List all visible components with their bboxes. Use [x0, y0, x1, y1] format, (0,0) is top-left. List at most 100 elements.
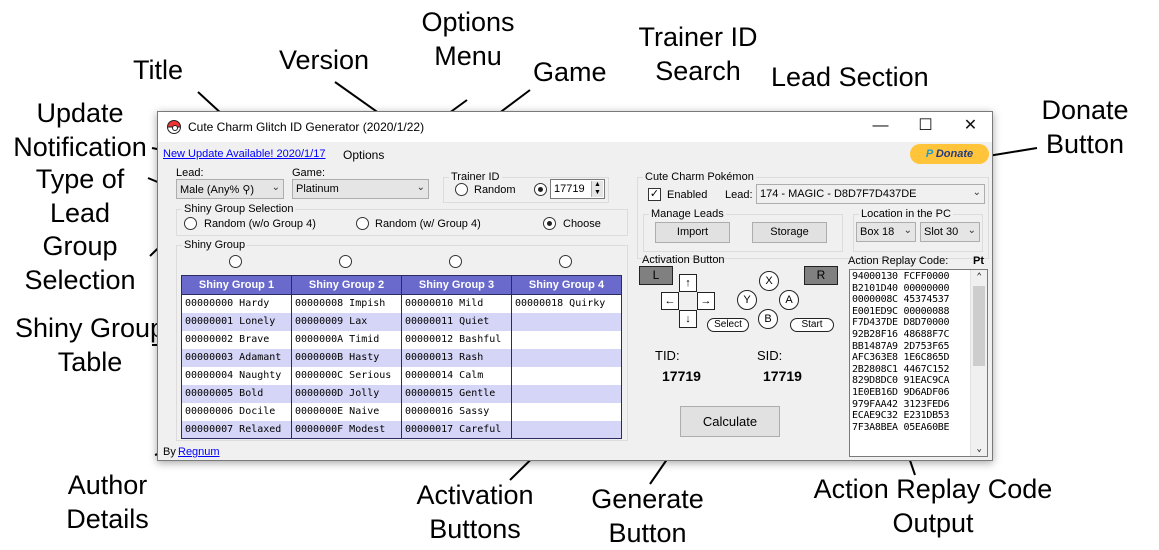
table-cell[interactable]: 00000004 Naughty [181, 366, 292, 385]
table-cell[interactable]: 00000011 Quiet [401, 312, 512, 331]
table-cell[interactable]: 00000015 Gentle [401, 384, 512, 403]
manage-leads-title: Manage Leads [649, 208, 726, 220]
table-cell[interactable] [511, 348, 622, 367]
activation-title: Activation Button [642, 254, 725, 266]
vertical-scrollbar[interactable]: ⌃ ⌄ [970, 270, 987, 456]
shiny-group-2-radio[interactable] [339, 255, 352, 268]
callout-version: Version [279, 45, 370, 75]
shiny-group-4-radio[interactable] [559, 255, 572, 268]
start-button[interactable]: Start [790, 318, 834, 332]
enabled-checkbox[interactable]: ✓ [648, 188, 661, 201]
trainer-id-fixed-radio[interactable] [534, 183, 547, 196]
callout-activation-line2: Buttons [429, 514, 521, 544]
table-cell[interactable] [511, 402, 622, 421]
table-cell[interactable]: 00000005 Bold [181, 384, 292, 403]
table-cell[interactable]: 00000016 Sassy [401, 402, 512, 421]
table-cell[interactable]: 0000000D Jolly [291, 384, 402, 403]
lead-select[interactable]: Male (Any% ⚲) ⌄ [176, 179, 284, 199]
dpad-down-button[interactable]: ↓ [679, 310, 697, 328]
table-cell[interactable]: 00000000 Hardy [181, 294, 292, 313]
update-link[interactable]: New Update Available! 2020/1/17 [163, 148, 325, 160]
table-cell[interactable]: 0000000B Hasty [291, 348, 402, 367]
r-button[interactable]: R [804, 266, 838, 285]
table-cell[interactable]: 00000008 Impish [291, 294, 402, 313]
box-select[interactable]: Box 18 ⌄ [856, 222, 916, 242]
callout-generate-line2: Button [608, 518, 687, 548]
callout-type-line2: Lead [49, 198, 111, 228]
table-cell[interactable]: 00000002 Brave [181, 330, 292, 349]
table-cell[interactable]: 0000000C Serious [291, 366, 402, 385]
table-cell[interactable]: 00000006 Docile [181, 402, 292, 421]
choose-radio[interactable] [543, 217, 556, 230]
table-cell[interactable]: 00000009 Lax [291, 312, 402, 331]
ar-line: 7F3A8BEA 05EA60BE [852, 421, 950, 433]
table-cell[interactable] [511, 312, 622, 331]
table-header: Shiny Group 1 [181, 275, 292, 295]
author-link[interactable]: Regnum [178, 446, 220, 458]
shiny-group-1-radio[interactable] [229, 255, 242, 268]
callout-activation-line1: Activation [416, 480, 534, 510]
callout-group-line2: Selection [24, 265, 136, 295]
table-cell[interactable] [511, 366, 622, 385]
donate-button[interactable]: P Donate [910, 144, 989, 164]
callout-update-line1: Update [36, 98, 124, 128]
minimize-button[interactable]: — [858, 112, 903, 142]
callout-lead-section: Lead Section [771, 62, 929, 92]
options-menu[interactable]: Options [343, 148, 384, 162]
callout-trainer-id-line1: Trainer ID [638, 22, 758, 52]
scroll-down-icon[interactable]: ⌄ [971, 442, 987, 456]
table-cell[interactable] [511, 384, 622, 403]
ar-line: 829D8DC0 91EAC9CA [852, 375, 950, 387]
dpad-up-button[interactable]: ↑ [679, 274, 697, 292]
callout-author-line2: Details [66, 504, 149, 534]
table-cell[interactable] [511, 420, 622, 439]
spinner-icon[interactable]: ▲ ▼ [591, 181, 603, 197]
b-button[interactable]: B [758, 309, 778, 329]
scroll-up-icon[interactable]: ⌃ [971, 270, 987, 284]
random-with-group4-radio[interactable] [356, 217, 369, 230]
x-button[interactable]: X [759, 271, 779, 291]
title-bar[interactable]: Cute Charm Glitch ID Generator (2020/1/2… [158, 112, 992, 142]
table-cell[interactable]: 0000000E Naive [291, 402, 402, 421]
table-cell[interactable]: 00000017 Careful [401, 420, 512, 439]
callout-author: Author Details [50, 468, 165, 536]
callout-update-line2: Notification [13, 132, 147, 162]
cc-lead-select[interactable]: 174 - MAGIC - D8D7F7D437DE ⌄ [756, 184, 985, 204]
trainer-id-random-radio[interactable] [455, 183, 468, 196]
import-button[interactable]: Import [655, 222, 730, 243]
choose-label: Choose [563, 218, 601, 230]
a-button[interactable]: A [779, 290, 799, 310]
game-select[interactable]: Platinum ⌄ [292, 179, 429, 199]
maximize-button[interactable]: ☐ [903, 112, 948, 142]
dpad-right-button[interactable]: → [697, 292, 715, 310]
dpad-left-button[interactable]: ← [661, 292, 679, 310]
table-cell[interactable]: 00000014 Calm [401, 366, 512, 385]
cc-lead-label: Lead: [725, 189, 753, 201]
scroll-thumb[interactable] [973, 286, 985, 366]
shiny-group-3-radio[interactable] [449, 255, 462, 268]
table-cell[interactable]: 00000012 Bashful [401, 330, 512, 349]
select-button[interactable]: Select [707, 318, 749, 332]
chevron-down-icon: ⌄ [271, 182, 280, 193]
slot-select[interactable]: Slot 30 ⌄ [920, 222, 980, 242]
table-cell[interactable]: 00000010 Mild [401, 294, 512, 313]
callout-shiny-group-table: Shiny Group Table [5, 311, 175, 379]
table-cell[interactable]: 00000003 Adamant [181, 348, 292, 367]
storage-button[interactable]: Storage [752, 222, 827, 243]
random-without-group4-radio[interactable] [184, 217, 197, 230]
enabled-label: Enabled [667, 189, 708, 201]
table-cell[interactable]: 00000007 Relaxed [181, 420, 292, 439]
y-button[interactable]: Y [737, 290, 757, 310]
table-cell[interactable]: 00000018 Quirky [511, 294, 622, 313]
close-button[interactable]: ✕ [948, 112, 993, 142]
table-cell[interactable]: 00000013 Rash [401, 348, 512, 367]
table-cell[interactable]: 0000000F Modest [291, 420, 402, 439]
calculate-button[interactable]: Calculate [680, 406, 780, 437]
action-replay-output[interactable]: 94000130 FCFF0000 B2101D40 00000000 0000… [849, 269, 988, 457]
callout-generate-line1: Generate [591, 484, 704, 514]
table-cell[interactable]: 0000000A Timid [291, 330, 402, 349]
trainer-id-input[interactable]: 17719 ▲ ▼ [550, 179, 605, 199]
l-button[interactable]: L [639, 266, 673, 285]
table-cell[interactable] [511, 330, 622, 349]
table-cell[interactable]: 00000001 Lonely [181, 312, 292, 331]
